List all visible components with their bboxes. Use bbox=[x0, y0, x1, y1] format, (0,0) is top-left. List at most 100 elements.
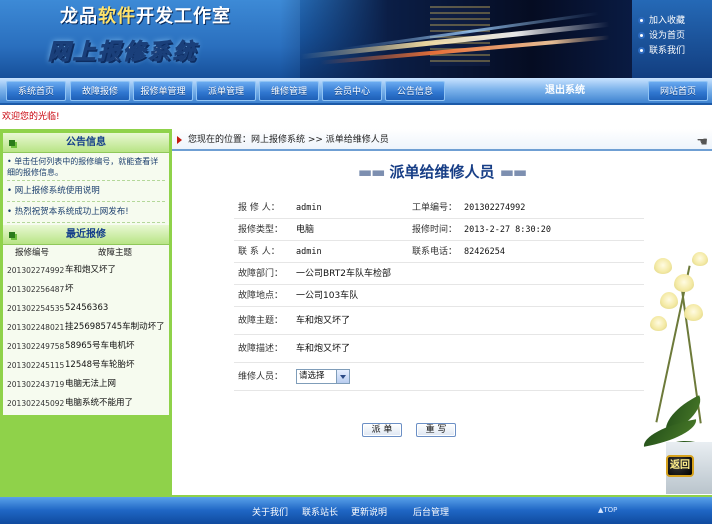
left-sidebar: 公告信息 • 单击任何列表中的报修编号，就能查看详细的报修信息。 • 网上报修系… bbox=[0, 129, 172, 495]
nav-item-order-management[interactable]: 报修单管理 bbox=[133, 81, 193, 101]
breadcrumb: 您现在的位置：网上报修系统 >> 派单给维修人员 ☚ bbox=[172, 129, 712, 151]
repair-number-link[interactable]: 201302245115 bbox=[3, 356, 65, 375]
repair-subject: 挂256985745车制动坏了 bbox=[65, 322, 165, 332]
contact-us-link[interactable]: 联系我们 bbox=[638, 44, 685, 59]
form-row: 故障部门： 一公司BRT2车队车检部 bbox=[234, 263, 644, 285]
flower bbox=[650, 316, 667, 331]
repair-number-link[interactable]: 201302243719 bbox=[3, 375, 65, 394]
repair-subject: 12548号车轮胎坏 bbox=[65, 360, 135, 370]
dispatch-button[interactable]: 派 单 bbox=[362, 423, 402, 437]
form-row: 故障地点： 一公司103车队 bbox=[234, 285, 644, 307]
notice-box-title: 公告信息 bbox=[3, 133, 169, 153]
repair-subject: 58965号车电机坏 bbox=[65, 341, 135, 351]
header-banner: 龙品软件开发工作室 网上报修系统 加入收藏 设为首页 联系我们 bbox=[0, 0, 712, 78]
title-dash-left: ▬▬ bbox=[357, 163, 385, 181]
repair-number-link[interactable]: 201302245092 bbox=[3, 394, 65, 413]
list-item: 201302243719 电脑无法上网 bbox=[3, 375, 169, 394]
square-bullet-icon bbox=[9, 140, 15, 146]
nav-item-home[interactable]: 系统首页 bbox=[6, 81, 66, 101]
add-favorite-link[interactable]: 加入收藏 bbox=[638, 14, 685, 29]
site-name: 龙品软件开发工作室 bbox=[60, 2, 231, 28]
fault-location-label: 故障地点： bbox=[238, 291, 284, 301]
dispatch-form: 报 修 人： admin 工单编号： 201302274992 报修类型： 电脑… bbox=[234, 197, 644, 391]
order-number-value: 201302274992 bbox=[464, 203, 526, 213]
repair-subject: 52456363 bbox=[65, 303, 109, 313]
recent-repairs-list: 201302274992 车和炮又坏了 201302256487 坏 2013022… bbox=[3, 261, 169, 415]
phone-label: 联系电话： bbox=[412, 247, 458, 257]
back-button[interactable]: 返回 bbox=[666, 455, 694, 477]
repair-staff-label: 维修人员： bbox=[238, 372, 284, 382]
main-content: 您现在的位置：网上报修系统 >> 派单给维修人员 ☚ ▬▬ 派单给维修人员 ▬▬… bbox=[172, 129, 712, 495]
phone-value: 82426254 bbox=[464, 247, 505, 257]
bullet-icon bbox=[638, 32, 645, 39]
repair-type-value: 电脑 bbox=[296, 225, 315, 235]
link-label: 设为首页 bbox=[649, 31, 686, 41]
nav-item-dispatch-management[interactable]: 派单管理 bbox=[196, 81, 256, 101]
bullet-icon bbox=[638, 17, 645, 24]
set-homepage-link[interactable]: 设为首页 bbox=[638, 29, 685, 44]
nav-item-announcements[interactable]: 公告信息 bbox=[385, 81, 445, 101]
list-item: 201302245092 电脑系统不能用了 bbox=[3, 394, 169, 413]
fault-desc-value: 车和炮又坏了 bbox=[296, 344, 351, 354]
form-row: 联 系 人： admin 联系电话： 82426254 bbox=[234, 241, 644, 263]
footer: 关于我们 联系站长 更新说明 后台管理 ▲TOP bbox=[0, 495, 712, 524]
repair-subject: 车和炮又坏了 bbox=[65, 265, 117, 275]
fault-location-value: 一公司103车队 bbox=[296, 291, 359, 301]
repair-number-link[interactable]: 201302274992 bbox=[3, 261, 65, 280]
form-row: 报修类型： 电脑 报修时间： 2013-2-27 8:30:20 bbox=[234, 219, 644, 241]
site-name-highlight: 软件 bbox=[98, 6, 136, 27]
list-item: 201302249758 58965号车电机坏 bbox=[3, 337, 169, 356]
notice-item[interactable]: • 网上报修系统使用说明 bbox=[7, 181, 165, 202]
footer-link-admin[interactable]: 后台管理 bbox=[413, 505, 449, 518]
link-label: 联系我们 bbox=[649, 46, 686, 56]
fault-dept-value: 一公司BRT2车队车检部 bbox=[296, 269, 391, 279]
form-row: 报 修 人： admin 工单编号： 201302274992 bbox=[234, 197, 644, 219]
repair-type-label: 报修类型： bbox=[238, 225, 284, 235]
repair-number-link[interactable]: 201302249758 bbox=[3, 337, 65, 356]
arrow-right-icon bbox=[177, 136, 182, 144]
main-nav: 系统首页 故障报修 报修单管理 派单管理 维修管理 会员中心 公告信息 退出系统… bbox=[0, 78, 712, 105]
footer-link-changelog[interactable]: 更新说明 bbox=[351, 505, 387, 518]
site-name-part: 开发工作室 bbox=[136, 6, 231, 27]
reporter-label: 报 修 人： bbox=[238, 203, 280, 213]
bullet-icon bbox=[638, 47, 645, 54]
page-title: ▬▬ 派单给维修人员 ▬▬ bbox=[172, 161, 712, 182]
fault-subject-value: 车和炮又坏了 bbox=[296, 316, 351, 326]
welcome-text: 欢迎您的光临! bbox=[0, 107, 712, 127]
recent-title-label: 最近报修 bbox=[66, 229, 106, 240]
list-item: 201302248021 挂256985745车制动坏了 bbox=[3, 318, 169, 337]
recent-repairs-header: 报修编号 故障主题 bbox=[3, 245, 169, 261]
repair-number-link[interactable]: 201302256487 bbox=[3, 280, 65, 299]
link-label: 加入收藏 bbox=[649, 16, 686, 26]
nav-item-member-center[interactable]: 会员中心 bbox=[322, 81, 382, 101]
footer-link-contact[interactable]: 联系站长 bbox=[302, 505, 338, 518]
repair-subject: 坏 bbox=[65, 284, 74, 294]
form-row: 维修人员： 请选择 bbox=[234, 363, 644, 391]
nav-item-site-home[interactable]: 网站首页 bbox=[648, 81, 708, 101]
repair-number-link[interactable]: 201302254535 bbox=[3, 299, 65, 318]
back-to-top-link[interactable]: ▲TOP bbox=[598, 506, 617, 514]
notice-item[interactable]: • 热烈祝贺本系统成功上网发布! bbox=[7, 202, 165, 223]
site-name-part: 龙品 bbox=[60, 6, 98, 27]
title-dash-right: ▬▬ bbox=[499, 163, 527, 181]
repair-subject: 电脑无法上网 bbox=[65, 379, 117, 389]
repair-staff-select[interactable]: 请选择 bbox=[296, 369, 350, 384]
column-header-subject: 故障主题 bbox=[97, 248, 132, 258]
notice-hint: • 单击任何列表中的报修编号，就能查看详细的报修信息。 bbox=[7, 156, 165, 181]
chevron-down-icon[interactable] bbox=[336, 370, 349, 383]
logout-link[interactable]: 退出系统 bbox=[540, 81, 590, 101]
nav-item-repair-management[interactable]: 维修管理 bbox=[259, 81, 319, 101]
contact-value: admin bbox=[296, 247, 322, 257]
nav-item-report-fault[interactable]: 故障报修 bbox=[70, 81, 130, 101]
sidebar-panel: 公告信息 • 单击任何列表中的报修编号，就能查看详细的报修信息。 • 网上报修系… bbox=[3, 133, 169, 415]
repair-number-link[interactable]: 201302248021 bbox=[3, 318, 65, 337]
list-item: 201302245115 12548号车轮胎坏 bbox=[3, 356, 169, 375]
form-row: 故障描述： 车和炮又坏了 bbox=[234, 335, 644, 363]
footer-link-about[interactable]: 关于我们 bbox=[252, 505, 288, 518]
fault-subject-label: 故障主题： bbox=[238, 316, 284, 326]
list-item: 201302256487 坏 bbox=[3, 280, 169, 299]
notice-title-label: 公告信息 bbox=[66, 137, 106, 148]
notice-list: • 单击任何列表中的报修编号，就能查看详细的报修信息。 • 网上报修系统使用说明… bbox=[3, 153, 169, 225]
reset-button[interactable]: 重 写 bbox=[416, 423, 456, 437]
column-header-number: 报修编号 bbox=[14, 248, 49, 258]
